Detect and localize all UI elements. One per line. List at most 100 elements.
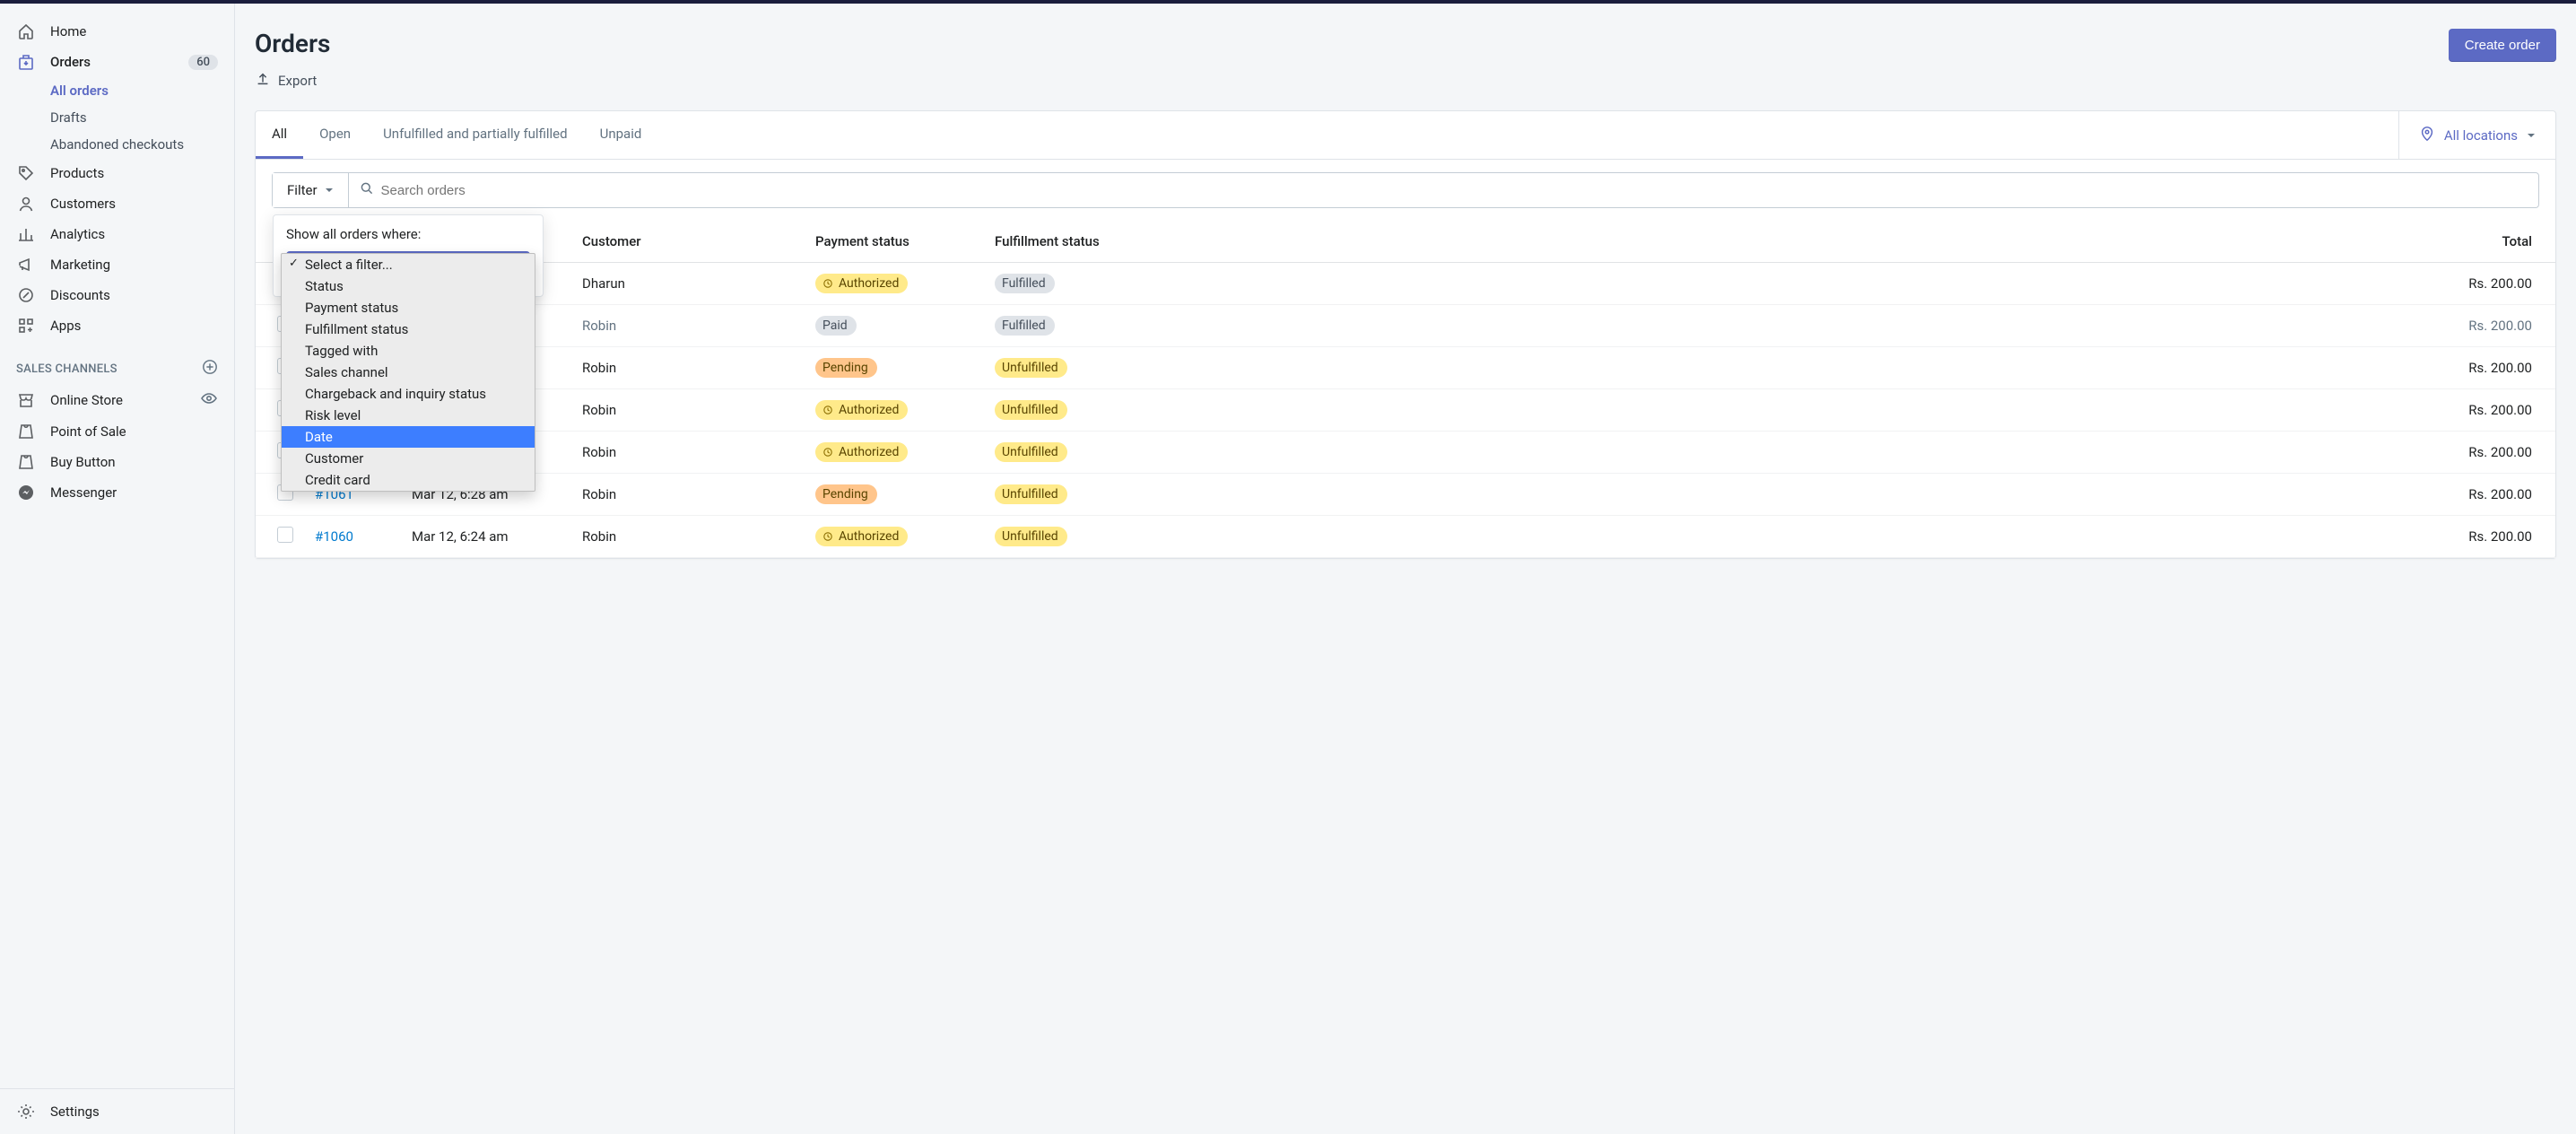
nav-orders[interactable]: Orders 60	[0, 47, 234, 77]
tab-all[interactable]: All	[256, 111, 303, 159]
customer-name: Dharun	[566, 263, 799, 305]
tab-unfulfilled[interactable]: Unfulfilled and partially fulfilled	[367, 111, 584, 159]
table-row[interactable]: #1061Mar 12, 6:28 amRobinPendingUnfulfil…	[256, 474, 2555, 516]
view-store-icon[interactable]	[200, 389, 218, 411]
export-label: Export	[278, 73, 317, 89]
table-row[interactable]: #1062Mar 13, 5:14 amRobinAuthorizedUnful…	[256, 432, 2555, 474]
customers-icon	[16, 194, 36, 214]
payment-cell: Authorized	[799, 432, 979, 474]
nav-customers[interactable]: Customers	[0, 188, 234, 219]
filter-select[interactable]: Select a filter... Select a filter...Sta…	[286, 251, 530, 282]
filter-option[interactable]: Status	[282, 275, 535, 297]
channel-buy-button[interactable]: Buy Button	[0, 447, 234, 477]
filter-option[interactable]: Tagged with	[282, 340, 535, 362]
row-checkbox[interactable]	[277, 527, 293, 543]
order-total: Rs. 200.00	[1167, 263, 2555, 305]
order-total: Rs. 200.00	[1167, 389, 2555, 432]
export-action[interactable]: Export	[255, 71, 330, 91]
tab-unpaid[interactable]: Unpaid	[584, 111, 658, 159]
nav-discounts[interactable]: Discounts	[0, 280, 234, 310]
clock-icon	[822, 531, 833, 542]
location-picker[interactable]: All locations	[2398, 111, 2555, 159]
filter-button[interactable]: Filter	[273, 173, 349, 207]
filter-label: Filter	[287, 182, 318, 198]
clock-icon	[822, 447, 833, 458]
order-total: Rs. 200.00	[1167, 516, 2555, 558]
filter-option[interactable]: Customer	[282, 448, 535, 469]
col-fulfillment-header: Fulfillment status	[979, 221, 1167, 263]
nav-label: Home	[50, 23, 86, 39]
nav-label: Analytics	[50, 226, 105, 242]
filter-option[interactable]: Sales channel	[282, 362, 535, 383]
nav-home[interactable]: Home	[0, 16, 234, 47]
payment-badge: Authorized	[815, 400, 908, 420]
subnav-drafts[interactable]: Drafts	[50, 104, 234, 131]
table-row[interactable]: #1065RobinPaidFulfilledRs. 200.00	[256, 305, 2555, 347]
nav-analytics[interactable]: Analytics	[0, 219, 234, 249]
sales-channels-label: SALES CHANNELS	[16, 362, 117, 376]
export-icon	[255, 71, 271, 91]
fulfillment-badge: Unfulfilled	[995, 442, 1067, 462]
search-input[interactable]	[381, 174, 2528, 207]
channel-messenger[interactable]: Messenger	[0, 477, 234, 508]
filter-option[interactable]: Fulfillment status	[282, 318, 535, 340]
table-row[interactable]: #1064RobinPendingUnfulfilledRs. 200.00	[256, 347, 2555, 389]
orders-sublist: All orders Drafts Abandoned checkouts	[0, 77, 234, 158]
nav-label: Point of Sale	[50, 423, 126, 440]
payment-badge: Authorized	[815, 527, 908, 546]
payment-cell: Pending	[799, 474, 979, 516]
order-link[interactable]: #1060	[315, 528, 353, 545]
payment-badge: Authorized	[815, 442, 908, 462]
customer-name: Robin	[566, 305, 799, 347]
customer-name: Robin	[566, 389, 799, 432]
page-title: Orders	[255, 29, 330, 58]
buy-button-icon	[16, 452, 36, 472]
payment-cell: Pending	[799, 347, 979, 389]
fulfillment-cell: Unfulfilled	[979, 432, 1167, 474]
nav-apps[interactable]: Apps	[0, 310, 234, 341]
payment-badge: Paid	[815, 316, 857, 336]
filter-popover-label: Show all orders where:	[286, 226, 530, 242]
sales-channels-header: SALES CHANNELS	[0, 341, 234, 384]
customer-name: Robin	[566, 474, 799, 516]
fulfillment-cell: Fulfilled	[979, 263, 1167, 305]
payment-cell: Authorized	[799, 516, 979, 558]
payment-cell: Authorized	[799, 263, 979, 305]
filter-option[interactable]: Credit card	[282, 469, 535, 491]
create-order-button[interactable]: Create order	[2449, 29, 2556, 62]
discounts-icon	[16, 285, 36, 305]
filter-option[interactable]: Chargeback and inquiry status	[282, 383, 535, 405]
table-row[interactable]: #1060Mar 12, 6:24 amRobinAuthorizedUnful…	[256, 516, 2555, 558]
marketing-icon	[16, 255, 36, 275]
add-channel-icon[interactable]	[202, 359, 218, 379]
analytics-icon	[16, 224, 36, 244]
order-date: Mar 12, 6:24 am	[396, 516, 566, 558]
table-row[interactable]: #1063RobinAuthorizedUnfulfilledRs. 200.0…	[256, 389, 2555, 432]
payment-cell: Authorized	[799, 389, 979, 432]
order-total: Rs. 200.00	[1167, 474, 2555, 516]
nav-label: Online Store	[50, 392, 123, 408]
subnav-abandoned[interactable]: Abandoned checkouts	[50, 131, 234, 158]
channel-pos[interactable]: Point of Sale	[0, 416, 234, 447]
nav-products[interactable]: Products	[0, 158, 234, 188]
orders-card: All Open Unfulfilled and partially fulfi…	[255, 110, 2556, 559]
table-row[interactable]: #1066DharunAuthorizedFulfilledRs. 200.00	[256, 263, 2555, 305]
filter-bar: Filter Show all orders where: Select a f	[272, 172, 2539, 208]
nav-settings[interactable]: Settings	[0, 1096, 234, 1127]
fulfillment-badge: Fulfilled	[995, 316, 1055, 336]
nav-label: Apps	[50, 318, 81, 334]
tab-open[interactable]: Open	[303, 111, 367, 159]
customer-name: Robin	[566, 347, 799, 389]
orders-count-badge: 60	[188, 55, 218, 70]
clock-icon	[822, 278, 833, 289]
filter-option[interactable]: Risk level	[282, 405, 535, 426]
filter-option[interactable]: Select a filter...	[282, 254, 535, 275]
fulfillment-cell: Unfulfilled	[979, 516, 1167, 558]
filter-option[interactable]: Date	[282, 426, 535, 448]
subnav-all-orders[interactable]: All orders	[50, 77, 234, 104]
nav-marketing[interactable]: Marketing	[0, 249, 234, 280]
filter-option[interactable]: Payment status	[282, 297, 535, 318]
messenger-icon	[16, 483, 36, 502]
channel-online-store[interactable]: Online Store	[0, 384, 234, 416]
order-total: Rs. 200.00	[1167, 432, 2555, 474]
